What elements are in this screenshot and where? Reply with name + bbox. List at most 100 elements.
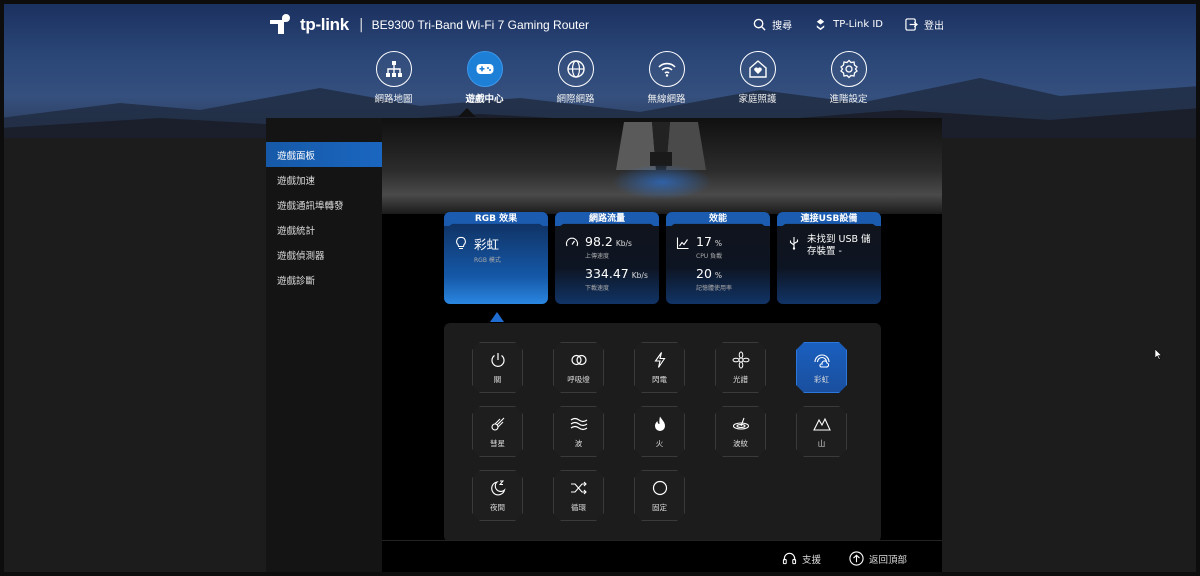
effect-comet-button[interactable]: 彗星 — [472, 406, 523, 457]
sidebar-item-game-panel[interactable]: 遊戲面板 — [266, 142, 382, 167]
effect-static-label: 固定 — [652, 502, 667, 512]
nav-network-map-label: 網路地圖 — [374, 94, 413, 105]
nav-game-center[interactable]: 遊戲中心 — [439, 51, 530, 105]
shuffle-icon — [570, 479, 588, 497]
active-card-pointer — [490, 312, 504, 322]
ripple-icon — [732, 415, 750, 433]
download-speed-value: 334.47 — [585, 266, 629, 281]
effect-wave-label: 波 — [574, 438, 583, 448]
nav-home-care[interactable]: 家庭照護 — [712, 51, 803, 105]
tplink-id-label: TP-Link ID — [833, 19, 883, 30]
nav-wireless[interactable]: 無線網路 — [621, 51, 712, 105]
cpu-load-value: 17 — [696, 234, 712, 249]
cpu-load-unit: % — [714, 239, 723, 248]
usb-status-message: 未找到 USB 儲存裝置 - — [807, 234, 871, 257]
effect-cycle-button[interactable]: 循環 — [553, 470, 604, 521]
effect-breathing-label: 呼吸燈 — [567, 374, 590, 384]
network-map-icon — [385, 61, 402, 77]
effect-wave-button[interactable]: 波 — [553, 406, 604, 457]
power-icon — [489, 351, 507, 369]
brand-name[interactable]: tp-link — [300, 15, 349, 35]
search-button[interactable]: 搜尋 — [753, 17, 792, 32]
top-actions: 搜尋 TP-Link ID 登出 — [753, 17, 944, 32]
logout-button[interactable]: 登出 — [905, 17, 944, 32]
brand-header: tp-link | BE9300 Tri-Band Wi-Fi 7 Gaming… — [266, 12, 589, 38]
effect-spectrum-label: 光譜 — [733, 374, 748, 384]
globe-icon — [566, 60, 585, 78]
gear-icon — [839, 59, 858, 79]
effect-lightning-label: 閃電 — [652, 374, 667, 384]
home-care-icon — [748, 60, 767, 78]
router-glow — [612, 164, 712, 200]
effect-fire-label: 火 — [655, 438, 664, 448]
user-id-icon — [816, 18, 825, 31]
rgb-effect-card[interactable]: RGB 效果 彩虹 RGB 模式 — [444, 212, 548, 304]
speedometer-icon — [565, 237, 579, 247]
sidebar: 遊戲面板 遊戲加速 遊戲通訊埠轉發 遊戲統計 遊戲偵測器 遊戲診斷 — [266, 118, 382, 576]
traffic-card-title: 網路流量 — [555, 212, 659, 226]
nav-active-pointer — [458, 108, 476, 117]
arrow-up-circle-icon — [849, 551, 864, 566]
main-navigation: 網路地圖 遊戲中心 網際網路 無線網路 家庭照護 進階設定 — [348, 51, 894, 105]
effect-lightning-button[interactable]: 閃電 — [634, 342, 685, 393]
effect-rainbow-button[interactable]: 彩虹 — [796, 342, 847, 393]
effect-mountain-button[interactable]: 山 — [796, 406, 847, 457]
usb-icon — [789, 237, 799, 250]
performance-card[interactable]: 效能 17% CPU 負載 20% 記憶體使用率 — [666, 212, 770, 304]
effect-cycle-label: 循環 — [571, 502, 586, 512]
effect-ripple-label: 波紋 — [733, 438, 748, 448]
sidebar-item-game-statistics[interactable]: 遊戲統計 — [266, 217, 382, 242]
comet-icon — [489, 415, 507, 433]
effect-static-button[interactable]: 固定 — [634, 470, 685, 521]
gamepad-icon — [476, 64, 493, 74]
usb-device-card[interactable]: 連接USB設備 未找到 USB 儲存裝置 - — [777, 212, 881, 304]
router-image — [616, 122, 706, 170]
upload-speed-label: 上傳速度 — [585, 253, 610, 260]
upload-speed-value: 98.2 — [585, 234, 613, 249]
support-link[interactable]: 支援 — [782, 551, 821, 566]
bulb-icon — [456, 236, 466, 250]
rgb-card-title: RGB 效果 — [444, 212, 548, 226]
nav-network-map[interactable]: 網路地圖 — [348, 51, 439, 105]
nav-internet-label: 網際網路 — [556, 94, 595, 105]
effect-night-label: 夜間 — [490, 502, 505, 512]
rainbow-icon — [813, 351, 831, 369]
chart-icon — [676, 237, 689, 250]
sidebar-item-game-acceleration[interactable]: 遊戲加速 — [266, 167, 382, 192]
effect-ripple-button[interactable]: 波紋 — [715, 406, 766, 457]
tplink-id-button[interactable]: TP-Link ID — [814, 17, 883, 32]
usb-card-title: 連接USB設備 — [777, 212, 881, 226]
effect-off-button[interactable]: 關 — [472, 342, 523, 393]
memory-usage-value: 20 — [696, 266, 712, 281]
back-to-top-link[interactable]: 返回頂部 — [849, 551, 907, 566]
effect-spectrum-button[interactable]: 光譜 — [715, 342, 766, 393]
fire-icon — [651, 415, 669, 433]
nav-internet[interactable]: 網際網路 — [530, 51, 621, 105]
nav-advanced-label: 進階設定 — [829, 94, 868, 105]
effects-grid: 關 呼吸燈 閃電 光譜 彩虹 彗星 波 火 波紋 山 夜間 循環 固定 — [472, 342, 847, 521]
sidebar-item-game-diagnostics[interactable]: 遊戲診斷 — [266, 267, 382, 292]
sidebar-item-game-detector[interactable]: 遊戲偵測器 — [266, 242, 382, 267]
rgb-mode-label: RGB 模式 — [474, 257, 501, 264]
nav-game-center-label: 遊戲中心 — [465, 94, 504, 105]
wifi-icon — [657, 62, 676, 77]
headset-icon — [782, 552, 797, 565]
effect-comet-label: 彗星 — [490, 438, 505, 448]
night-icon — [489, 479, 507, 497]
effect-breathing-button[interactable]: 呼吸燈 — [553, 342, 604, 393]
upload-speed-unit: Kb/s — [615, 239, 632, 248]
rgb-effects-panel: 關 呼吸燈 閃電 光譜 彩虹 彗星 波 火 波紋 山 夜間 循環 固定 — [444, 323, 881, 542]
back-to-top-label: 返回頂部 — [869, 554, 908, 566]
footer: 支援 返回頂部 — [382, 540, 942, 576]
brand-separator: | — [358, 17, 364, 33]
sidebar-item-game-port-forwarding[interactable]: 遊戲通訊埠轉發 — [266, 192, 382, 217]
router-model: BE9300 Tri-Band Wi-Fi 7 Gaming Router — [371, 18, 590, 32]
effect-mountain-label: 山 — [817, 438, 826, 448]
nav-advanced[interactable]: 進階設定 — [803, 51, 894, 105]
effect-night-button[interactable]: 夜間 — [472, 470, 523, 521]
main-content: RGB 效果 彩虹 RGB 模式 網路流量 98.2 Kb/s 上傳速度 334.… — [382, 118, 942, 576]
effect-fire-button[interactable]: 火 — [634, 406, 685, 457]
logout-label: 登出 — [924, 21, 944, 32]
mouse-cursor-icon — [1155, 349, 1162, 360]
network-traffic-card[interactable]: 網路流量 98.2 Kb/s 上傳速度 334.47 Kb/s 下載速度 — [555, 212, 659, 304]
